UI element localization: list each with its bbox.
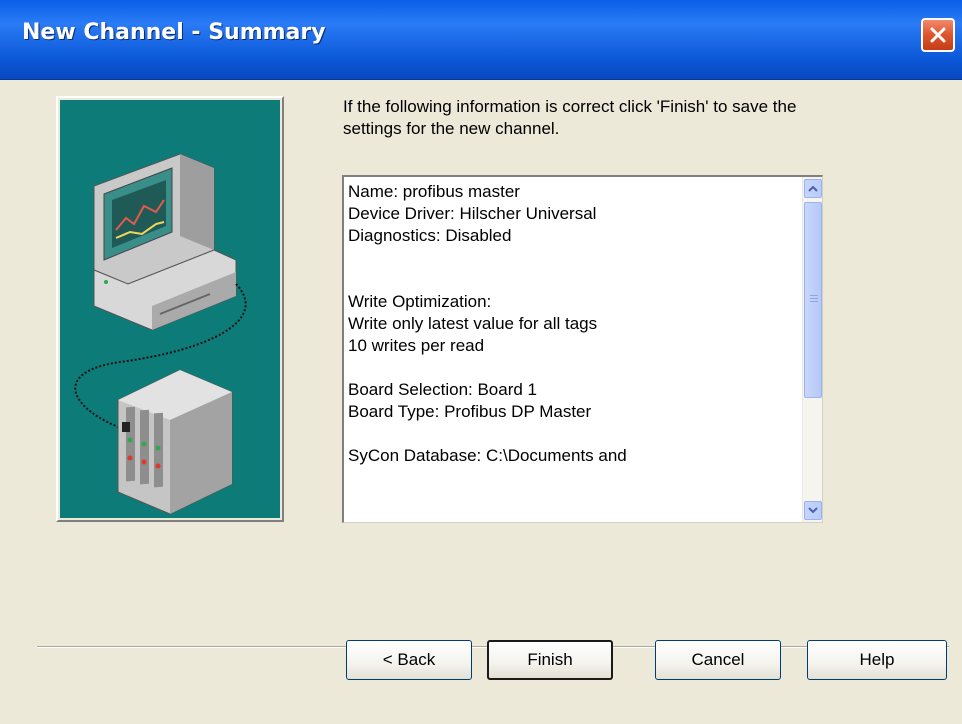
close-button[interactable] bbox=[921, 18, 955, 52]
summary-line: Name: profibus master bbox=[348, 182, 520, 201]
finish-button[interactable]: Finish bbox=[487, 640, 613, 680]
scroll-down-button[interactable] bbox=[804, 501, 822, 520]
window-title: New Channel - Summary bbox=[22, 20, 326, 45]
help-button[interactable]: Help bbox=[807, 640, 947, 680]
summary-line: Write only latest value for all tags bbox=[348, 314, 598, 333]
cancel-button[interactable]: Cancel bbox=[655, 640, 781, 680]
summary-line: Board Type: Profibus DP Master bbox=[348, 402, 592, 421]
scroll-thumb[interactable] bbox=[804, 202, 822, 398]
summary-line: 10 writes per read bbox=[348, 336, 485, 355]
vertical-scrollbar[interactable] bbox=[802, 177, 822, 522]
computer-network-icon bbox=[74, 153, 247, 515]
intro-text: If the following information is correct … bbox=[343, 97, 797, 138]
title-bar[interactable]: New Channel - Summary bbox=[0, 0, 962, 80]
close-x-icon bbox=[930, 27, 946, 43]
summary-line bbox=[348, 423, 798, 445]
chevron-down-icon bbox=[808, 507, 818, 514]
summary-line: Device Driver: Hilscher Universal bbox=[348, 204, 597, 223]
dialog-body: If the following information is correct … bbox=[0, 80, 962, 724]
scroll-up-button[interactable] bbox=[804, 179, 822, 198]
back-button[interactable]: < Back bbox=[346, 640, 472, 680]
summary-line: Board Selection: Board 1 bbox=[348, 380, 538, 399]
summary-listbox[interactable]: Name: profibus master Device Driver: Hil… bbox=[342, 175, 823, 523]
grip-icon bbox=[810, 295, 818, 305]
summary-line bbox=[348, 357, 798, 379]
summary-line: Diagnostics: Disabled bbox=[348, 226, 512, 245]
summary-line bbox=[348, 269, 798, 291]
summary-line bbox=[348, 247, 798, 269]
chevron-up-icon bbox=[808, 185, 818, 192]
wizard-illustration bbox=[56, 96, 284, 522]
summary-line: SyCon Database: C:\Documents and bbox=[348, 446, 627, 465]
summary-line: Write Optimization: bbox=[348, 292, 492, 311]
summary-text: Name: profibus master Device Driver: Hil… bbox=[348, 181, 798, 467]
